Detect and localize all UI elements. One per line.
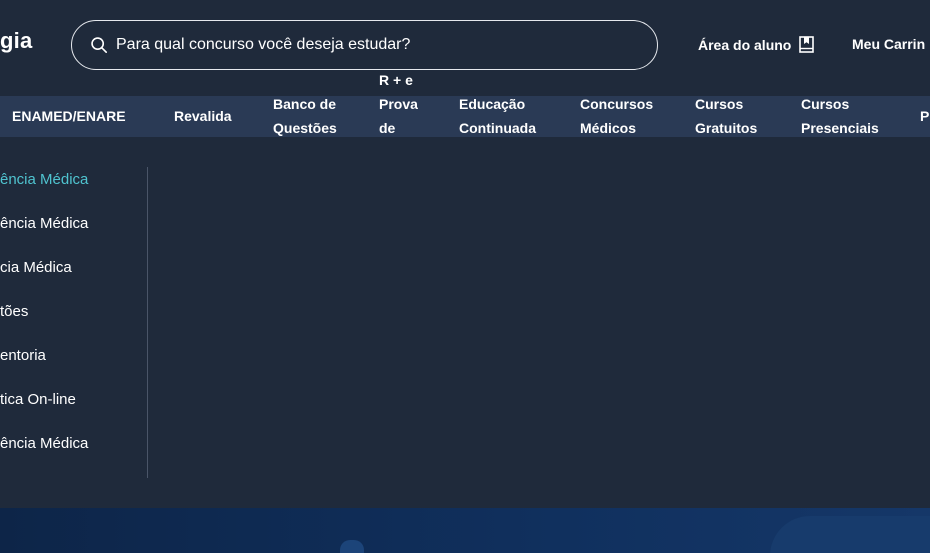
nav-item-label: Revalida (174, 108, 232, 124)
nav-item-label: ENAMED/ENARE (12, 108, 126, 124)
nav-item-label: Médicos (580, 120, 637, 136)
nav-item-label: Cursos (801, 96, 850, 112)
search-input[interactable] (116, 36, 596, 54)
hero-banner-edge (0, 508, 930, 553)
nav-item-educacao-continuada[interactable]: Educação Continuada (459, 92, 536, 140)
area-aluno-link[interactable]: Área do aluno (698, 36, 815, 53)
dropdown-item[interactable]: tões (0, 303, 28, 320)
dropdown-item[interactable]: ência Médica (0, 215, 88, 232)
dropdown-item[interactable]: entoria (0, 347, 46, 364)
area-aluno-label: Área do aluno (698, 36, 792, 53)
nav-item-label: Presenciais (801, 120, 879, 136)
nav-item-revalida[interactable]: Revalida (174, 104, 232, 128)
nav-item-label: Questões (273, 120, 337, 136)
nav-item-cursos-gratuitos[interactable]: Cursos Gratuitos (695, 92, 757, 140)
nav-item-label: Continuada (459, 120, 536, 136)
dropdown-item-active[interactable]: ência Médica (0, 171, 88, 188)
dropdown-item[interactable]: cia Médica (0, 259, 72, 276)
search-bar[interactable] (71, 20, 658, 70)
dropdown-item[interactable]: ência Médica (0, 435, 88, 452)
logo[interactable]: gia (0, 28, 32, 54)
dropdown-item[interactable]: tica On-line (0, 391, 76, 408)
banner-decoration (340, 540, 364, 553)
nav-item-label: R + e (379, 72, 413, 88)
cart-link[interactable]: Meu Carrin (852, 36, 925, 52)
search-icon (91, 37, 108, 54)
banner-decoration (770, 516, 930, 553)
top-header: gia Área do aluno Meu Carrin (0, 0, 930, 90)
nav-item-label: Educação (459, 96, 526, 112)
nav-item-prova[interactable]: R + e Prova de (379, 68, 418, 140)
dropdown-divider (147, 167, 148, 478)
nav-item-enamed-enare[interactable]: ENAMED/ENARE (12, 104, 126, 128)
nav-item-p[interactable]: P (920, 104, 929, 128)
nav-item-concursos-medicos[interactable]: Concursos Médicos (580, 92, 653, 140)
nav-item-label: Prova (379, 96, 418, 112)
nav-item-cursos-presenciais[interactable]: Cursos Presenciais (801, 92, 879, 140)
nav-item-label: Cursos (695, 96, 744, 112)
nav-item-label: Gratuitos (695, 120, 758, 136)
nav-item-label: de (379, 120, 396, 136)
nav-item-label: P (920, 108, 930, 124)
nav-item-banco-de-questoes[interactable]: Banco de Questões (273, 92, 337, 140)
nav-item-label: Concursos (580, 96, 654, 112)
nav-item-label: Banco de (273, 96, 337, 112)
book-icon (799, 36, 815, 53)
